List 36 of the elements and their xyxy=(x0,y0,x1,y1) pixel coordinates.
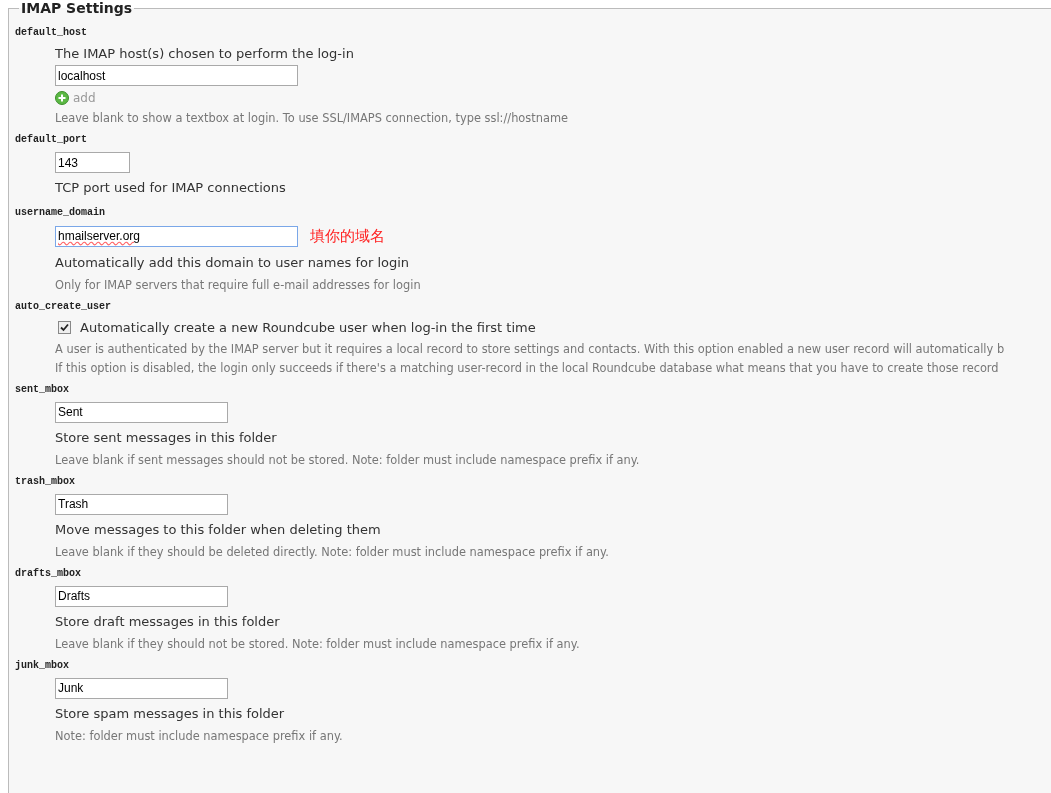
hint-text: Note: folder must include namespace prefix if any. xyxy=(55,728,343,744)
setting-name: trash_mbox xyxy=(15,474,76,488)
text-input[interactable]: Trash xyxy=(55,493,228,515)
setting-name: auto_create_user xyxy=(15,299,112,313)
plus-icon xyxy=(55,91,69,105)
hint-text: A user is authenticated by the IMAP server but it requires a local record to store settings and contacts. With this option enabled a new user record will automatically b xyxy=(55,341,1005,357)
text-input[interactable]: Junk xyxy=(55,677,228,699)
hint-text: Leave blank to show a textbox at login. To use SSL/IMAPS connection, type ssl://hostname xyxy=(55,111,569,126)
setting-name: default_host xyxy=(15,26,88,39)
setting-description: Store sent messages in this folder xyxy=(55,429,277,445)
setting-name: default_port xyxy=(15,133,88,146)
text-input[interactable]: hmailserver.org xyxy=(55,225,298,247)
hint-text: Leave blank if they should not be stored. Note: folder must include namespace prefix if any. xyxy=(55,636,580,652)
hint-text: If this option is disabled, the login only succeeds if there's a matching user-record in the local Roundcube database what means that you have to create those record xyxy=(55,360,999,376)
hint-text: Leave blank if they should be deleted directly. Note: folder must include namespace prefix if any. xyxy=(55,544,609,560)
setting-description: The IMAP host(s) chosen to perform the log-in xyxy=(55,45,355,62)
setting-description: Automatically create a new Roundcube user when log-in the first time xyxy=(80,318,536,336)
section-title: IMAP Settings xyxy=(20,0,134,18)
setting-description: Automatically add this domain to user names for login xyxy=(55,254,410,270)
annotation-text: 填你的域名 xyxy=(310,226,385,247)
text-input[interactable]: 143 xyxy=(55,152,130,173)
setting-name: username_domain xyxy=(15,206,106,219)
text-input[interactable]: Drafts xyxy=(55,585,228,607)
setting-description: Store draft messages in this folder xyxy=(55,613,280,629)
setting-name: sent_mbox xyxy=(15,382,70,396)
setting-description: Move messages to this folder when deleting them xyxy=(55,521,381,537)
setting-description: TCP port used for IMAP connections xyxy=(55,180,286,195)
check-icon xyxy=(60,322,69,332)
setting-description: Store spam messages in this folder xyxy=(55,705,285,721)
text-input[interactable]: localhost xyxy=(55,65,298,86)
setting-name: junk_mbox xyxy=(15,658,70,672)
text-input[interactable]: Sent xyxy=(55,401,228,423)
setting-name: drafts_mbox xyxy=(15,566,82,580)
hint-text: Leave blank if sent messages should not be stored. Note: folder must include namespace prefix if any. xyxy=(55,452,640,468)
checkbox[interactable] xyxy=(58,320,71,334)
hint-text: Only for IMAP servers that require full e-mail addresses for login xyxy=(55,277,421,293)
